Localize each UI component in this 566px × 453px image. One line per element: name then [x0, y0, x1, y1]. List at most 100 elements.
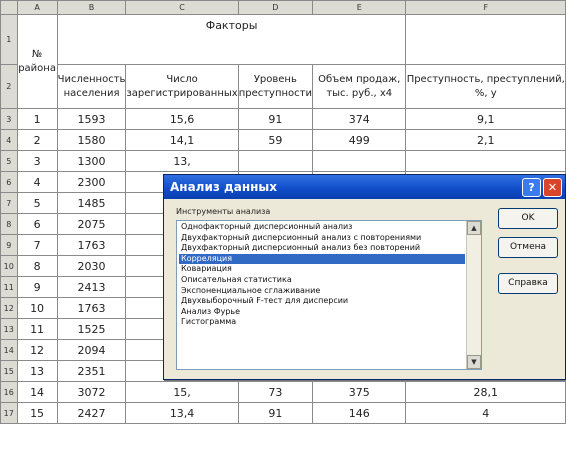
- row-header[interactable]: 4: [0, 129, 18, 151]
- row-header[interactable]: 14: [0, 339, 18, 361]
- column-header-a[interactable]: A: [16, 0, 58, 15]
- list-item[interactable]: Двухвыборочный F-тест для дисперсии: [179, 296, 465, 307]
- crime-rate-cell[interactable]: 28,1: [405, 381, 566, 403]
- district-number-cell[interactable]: 6: [16, 213, 58, 235]
- registered-cell[interactable]: 14,1: [125, 129, 239, 151]
- close-icon[interactable]: ✕: [543, 178, 562, 197]
- row-header[interactable]: 2: [0, 64, 18, 109]
- sales-volume-cell[interactable]: 499: [311, 129, 407, 151]
- district-number-cell[interactable]: 9: [16, 276, 58, 298]
- crime-level-cell[interactable]: 73: [237, 381, 313, 403]
- row-header[interactable]: 16: [0, 381, 18, 403]
- row-header[interactable]: 15: [0, 360, 18, 382]
- crime-level-cell[interactable]: [237, 150, 313, 172]
- district-number-header[interactable]: № района: [16, 14, 58, 109]
- population-cell[interactable]: 1300: [56, 150, 127, 172]
- sales-volume-cell[interactable]: [311, 150, 407, 172]
- row-header[interactable]: 10: [0, 255, 18, 277]
- list-item[interactable]: Двухфакторный дисперсионный анализ с пов…: [179, 233, 465, 244]
- row-header[interactable]: 12: [0, 297, 18, 319]
- population-cell[interactable]: 1485: [56, 192, 127, 214]
- sales-volume-header[interactable]: Объем продаж, тыс. руб., x4: [311, 64, 407, 109]
- row-header[interactable]: 13: [0, 318, 18, 340]
- help-icon[interactable]: ?: [522, 178, 541, 197]
- column-header-c[interactable]: C: [125, 0, 239, 15]
- population-cell[interactable]: 3072: [56, 381, 127, 403]
- crime-level-cell[interactable]: 59: [237, 129, 313, 151]
- list-item[interactable]: Корреляция: [179, 253, 465, 265]
- header-empty-cell[interactable]: [405, 14, 566, 65]
- population-cell[interactable]: 2300: [56, 171, 127, 193]
- crime-level-header[interactable]: Уровень преступности: [237, 64, 313, 109]
- district-number-cell[interactable]: 1: [16, 108, 58, 130]
- list-item[interactable]: Ковариация: [179, 264, 465, 275]
- population-cell[interactable]: 2094: [56, 339, 127, 361]
- list-item[interactable]: Однофакторный дисперсионный анализ: [179, 222, 465, 233]
- row-header[interactable]: 9: [0, 234, 18, 256]
- population-cell[interactable]: 2427: [56, 402, 127, 424]
- corner-cell[interactable]: [0, 0, 18, 15]
- help-button[interactable]: Справка: [498, 273, 558, 294]
- registered-cell[interactable]: 15,6: [125, 108, 239, 130]
- district-number-cell[interactable]: 10: [16, 297, 58, 319]
- district-number-cell[interactable]: 3: [16, 150, 58, 172]
- list-item[interactable]: Описательная статистика: [179, 275, 465, 286]
- list-item[interactable]: Гистограмма: [179, 317, 465, 328]
- population-cell[interactable]: 2075: [56, 213, 127, 235]
- crime-level-cell[interactable]: 91: [237, 108, 313, 130]
- district-number-cell[interactable]: 14: [16, 381, 58, 403]
- tools-listbox[interactable]: Однофакторный дисперсионный анализ Двухфа…: [176, 220, 482, 370]
- column-header-d[interactable]: D: [237, 0, 313, 15]
- sales-volume-cell[interactable]: 146: [311, 402, 407, 424]
- population-cell[interactable]: 1580: [56, 129, 127, 151]
- dialog-titlebar[interactable]: Анализ данных ? ✕: [164, 175, 565, 199]
- district-number-cell[interactable]: 11: [16, 318, 58, 340]
- row-header[interactable]: 5: [0, 150, 18, 172]
- district-number-cell[interactable]: 12: [16, 339, 58, 361]
- district-number-cell[interactable]: 5: [16, 192, 58, 214]
- row-header[interactable]: 7: [0, 192, 18, 214]
- district-number-cell[interactable]: 13: [16, 360, 58, 382]
- column-header-f[interactable]: F: [405, 0, 566, 15]
- column-header-e[interactable]: E: [311, 0, 407, 15]
- sales-volume-cell[interactable]: 375: [311, 381, 407, 403]
- ok-button[interactable]: OK: [498, 208, 558, 229]
- district-number-cell[interactable]: 8: [16, 255, 58, 277]
- population-cell[interactable]: 1763: [56, 297, 127, 319]
- district-number-cell[interactable]: 4: [16, 171, 58, 193]
- list-item[interactable]: Двухфакторный дисперсионный анализ без п…: [179, 243, 465, 254]
- registered-cell[interactable]: 13,: [125, 150, 239, 172]
- row-header[interactable]: 3: [0, 108, 18, 130]
- district-number-cell[interactable]: 15: [16, 402, 58, 424]
- crime-level-cell[interactable]: 91: [237, 402, 313, 424]
- registered-cell[interactable]: 15,: [125, 381, 239, 403]
- factors-header[interactable]: Факторы: [56, 14, 407, 65]
- scroll-up-icon[interactable]: ▲: [467, 221, 481, 235]
- sales-volume-cell[interactable]: 374: [311, 108, 407, 130]
- row-header[interactable]: 11: [0, 276, 18, 298]
- crime-rate-header[interactable]: Преступность, преступлений, %, y: [405, 64, 566, 109]
- registered-header[interactable]: Число зарегистрированных: [125, 64, 239, 109]
- population-header[interactable]: Численность населения: [56, 64, 127, 109]
- population-cell[interactable]: 1525: [56, 318, 127, 340]
- district-number-cell[interactable]: 2: [16, 129, 58, 151]
- list-item[interactable]: Экспоненциальное сглаживание: [179, 286, 465, 297]
- crime-rate-cell[interactable]: 2,1: [405, 129, 566, 151]
- column-header-b[interactable]: B: [56, 0, 127, 15]
- district-number-cell[interactable]: 7: [16, 234, 58, 256]
- cancel-button[interactable]: Отмена: [498, 237, 558, 258]
- row-header[interactable]: 6: [0, 171, 18, 193]
- registered-cell[interactable]: 13,4: [125, 402, 239, 424]
- population-cell[interactable]: 2413: [56, 276, 127, 298]
- population-cell[interactable]: 2351: [56, 360, 127, 382]
- list-item[interactable]: Анализ Фурье: [179, 307, 465, 318]
- population-cell[interactable]: 1593: [56, 108, 127, 130]
- population-cell[interactable]: 1763: [56, 234, 127, 256]
- population-cell[interactable]: 2030: [56, 255, 127, 277]
- scroll-down-icon[interactable]: ▼: [467, 355, 481, 369]
- listbox-scrollbar[interactable]: ▲ ▼: [466, 221, 481, 369]
- crime-rate-cell[interactable]: [405, 150, 566, 172]
- crime-rate-cell[interactable]: 9,1: [405, 108, 566, 130]
- row-header[interactable]: 17: [0, 402, 18, 424]
- crime-rate-cell[interactable]: 4: [405, 402, 566, 424]
